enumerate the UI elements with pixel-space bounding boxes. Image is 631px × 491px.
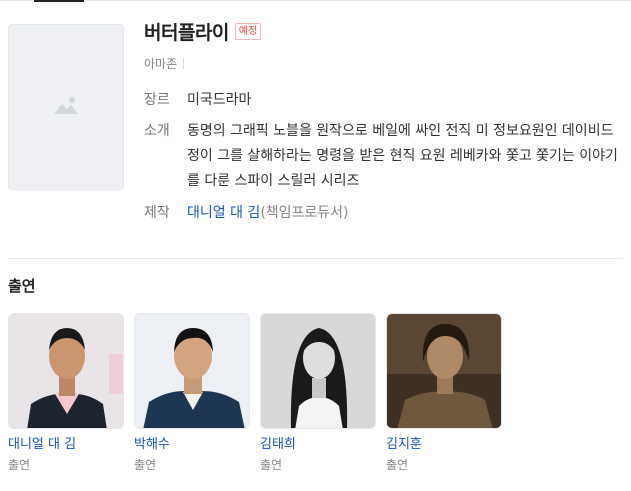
cast-photo[interactable]	[260, 313, 376, 429]
cast-name[interactable]: 박해수	[134, 436, 250, 453]
cast-photo[interactable]	[386, 313, 502, 429]
cast-role: 출연	[8, 458, 31, 472]
cast-card[interactable]: 대니얼 대 김 출연	[8, 313, 124, 473]
producer-role: (책임프로듀서)	[260, 205, 349, 221]
title-row: 버터플라이 예정	[144, 18, 262, 45]
top-divider	[0, 0, 631, 1]
cast-role: 출연	[134, 458, 157, 472]
cast-role: 출연	[260, 458, 283, 472]
active-tab-indicator	[34, 0, 84, 2]
cast-card[interactable]: 김태희 출연	[260, 313, 376, 473]
show-title[interactable]: 버터플라이	[144, 18, 229, 45]
producer-link[interactable]: 대니얼 대 김	[187, 205, 260, 221]
cast-photo[interactable]	[8, 313, 124, 429]
cast-section-title: 출연	[8, 277, 36, 295]
image-placeholder-icon	[53, 95, 79, 119]
network-line: 아마존	[144, 55, 185, 72]
status-badge: 예정	[234, 22, 262, 40]
cast-name[interactable]: 대니얼 대 김	[8, 436, 124, 453]
cast-card[interactable]: 김지훈 출연	[386, 313, 502, 473]
section-divider	[8, 258, 623, 259]
cast-card[interactable]: 박해수 출연	[134, 313, 250, 473]
genre-label: 장르	[144, 92, 170, 108]
cast-name[interactable]: 김태희	[260, 436, 376, 453]
cast-role: 출연	[386, 458, 409, 472]
producer-label: 제작	[144, 205, 170, 221]
genre-value: 미국드라마	[187, 92, 252, 108]
producer-value: 대니얼 대 김(책임프로듀서)	[187, 201, 619, 226]
plot-text: 동명의 그래픽 노블을 원작으로 베일에 싸인 전직 미 정보요원인 데이비드 …	[187, 123, 618, 189]
cast-list: 대니얼 대 김 출연 박해수 출연 김태희 출연 김지훈 출연	[8, 313, 502, 473]
producer-row: 제작 대니얼 대 김(책임프로듀서)	[144, 201, 619, 226]
separator	[183, 58, 185, 69]
cast-name[interactable]: 김지훈	[386, 436, 502, 453]
poster-placeholder[interactable]	[8, 24, 124, 190]
plot-label: 소개	[144, 123, 170, 139]
cast-photo[interactable]	[134, 313, 250, 429]
genre-row: 장르 미국드라마	[144, 88, 619, 113]
plot-row: 소개 동명의 그래픽 노블을 원작으로 베일에 싸인 전직 미 정보요원인 데이…	[144, 119, 619, 194]
network-name: 아마존	[144, 57, 178, 71]
